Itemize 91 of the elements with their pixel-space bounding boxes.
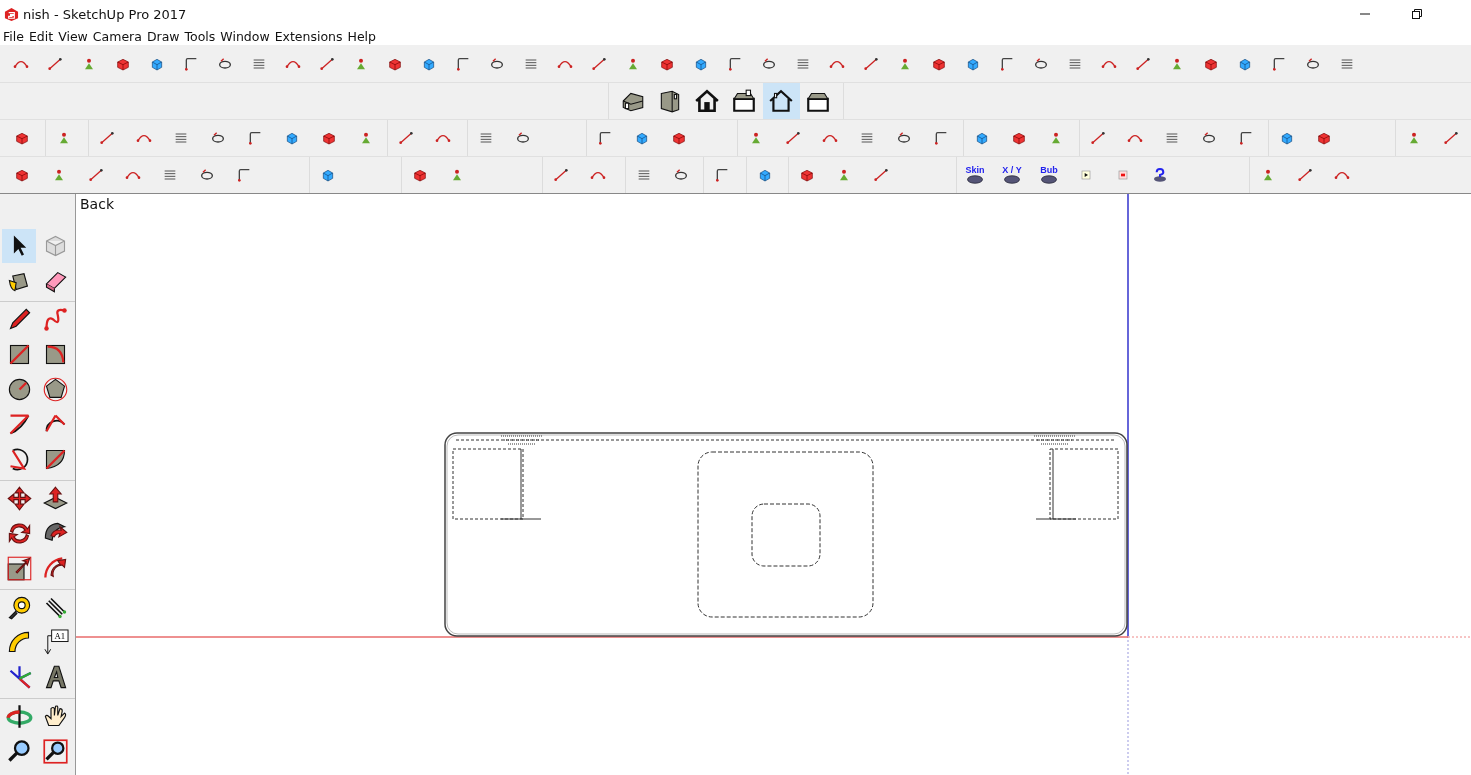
menu-item[interactable]: Draw (146, 29, 180, 44)
cube-icon[interactable] (284, 130, 300, 146)
restore-icon[interactable] (1411, 8, 1423, 20)
hatch-icon[interactable] (859, 130, 875, 146)
line-icon[interactable] (785, 130, 801, 146)
line-icon[interactable] (1443, 130, 1459, 146)
corner-icon[interactable] (1238, 130, 1254, 146)
play-icon[interactable] (1078, 167, 1094, 183)
cube-icon[interactable] (634, 130, 650, 146)
view-button[interactable] (762, 83, 800, 119)
ellipse-icon[interactable] (761, 55, 777, 72)
stop-icon[interactable] (1115, 167, 1131, 183)
menu-item[interactable]: View (58, 29, 88, 44)
ellipse-icon[interactable] (217, 55, 233, 72)
app-logo-icon (4, 6, 19, 22)
ellipse-icon[interactable] (199, 167, 215, 183)
ellipse-icon[interactable] (489, 55, 505, 72)
plugin-tool-button[interactable]: Bub (1030, 157, 1068, 193)
line-icon[interactable] (553, 167, 569, 183)
box-icon[interactable] (1011, 130, 1027, 146)
hatch-icon[interactable] (478, 130, 494, 146)
ellipse-icon[interactable] (1305, 55, 1321, 72)
corner-icon[interactable] (247, 130, 263, 146)
corner-icon[interactable] (714, 167, 730, 183)
menu-item[interactable]: Edit (28, 29, 54, 44)
ellipse-icon[interactable] (673, 167, 689, 183)
magnifier-icon (5, 738, 33, 765)
cube-icon[interactable] (1279, 130, 1295, 146)
menu-item[interactable]: Tools (184, 29, 216, 44)
mouse-icon (1002, 175, 1022, 184)
line-icon[interactable] (99, 130, 115, 146)
hatch-icon[interactable] (173, 130, 189, 146)
plugin-tool-button[interactable]: Skin (956, 157, 994, 193)
menu-item[interactable]: Window (220, 29, 270, 44)
question-mark-icon[interactable] (1152, 167, 1168, 183)
corner-icon[interactable] (999, 55, 1015, 72)
zoom-window-icon (41, 738, 69, 765)
corner-icon[interactable] (236, 167, 252, 183)
line-icon[interactable] (47, 55, 63, 72)
menu-item[interactable]: Camera (92, 29, 142, 44)
corner-icon[interactable] (597, 130, 613, 146)
tool-button[interactable] (2, 228, 36, 263)
ellipse-icon[interactable] (1201, 130, 1217, 146)
line-icon[interactable] (863, 55, 879, 72)
line-icon[interactable] (591, 55, 607, 72)
polygon-icon (41, 376, 69, 403)
corner-icon[interactable] (933, 130, 949, 146)
line-icon[interactable] (1135, 55, 1151, 72)
hatch-icon[interactable] (1164, 130, 1180, 146)
menu-item[interactable]: File (3, 29, 24, 44)
ellipse-icon[interactable] (1033, 55, 1049, 72)
corner-icon[interactable] (1271, 55, 1287, 72)
house-icon (731, 88, 757, 114)
corner-icon[interactable] (183, 55, 199, 72)
menu-item[interactable]: Help (347, 29, 376, 44)
line-icon[interactable] (1297, 167, 1313, 183)
scale-icon (5, 555, 33, 582)
box-icon[interactable] (14, 130, 30, 146)
freehand-icon (41, 306, 69, 333)
orbit-icon (5, 703, 33, 730)
box-icon[interactable] (412, 167, 428, 183)
line-icon[interactable] (873, 167, 889, 183)
ellipse-icon[interactable] (210, 130, 226, 146)
mouse-icon (1039, 175, 1059, 184)
mouse-icon (965, 175, 985, 184)
line-icon[interactable] (1090, 130, 1106, 146)
plugin-tool-button[interactable]: X / Y (993, 157, 1031, 193)
move-icon (5, 485, 33, 512)
box-icon[interactable] (14, 167, 30, 183)
cube-icon[interactable] (320, 167, 336, 183)
cube-icon[interactable] (757, 167, 773, 183)
line-icon[interactable] (319, 55, 335, 72)
box-icon[interactable] (799, 167, 815, 183)
box-icon[interactable] (1316, 130, 1332, 146)
box-icon[interactable] (321, 130, 337, 146)
house-icon (768, 88, 794, 114)
corner-icon[interactable] (727, 55, 743, 72)
line-icon[interactable] (398, 130, 414, 146)
box-icon[interactable] (671, 130, 687, 146)
house-icon (694, 88, 720, 114)
hatch-icon[interactable] (636, 167, 652, 183)
corner-icon[interactable] (455, 55, 471, 72)
view-label: Back (80, 196, 114, 212)
hatch-icon[interactable] (162, 167, 178, 183)
menu-item[interactable]: Extensions (274, 29, 343, 44)
line-icon[interactable] (88, 167, 104, 183)
cube-icon[interactable] (974, 130, 990, 146)
ellipse-icon[interactable] (515, 130, 531, 146)
push-pull-icon (41, 485, 69, 512)
ellipse-icon[interactable] (896, 130, 912, 146)
window-title: nish - SketchUp Pro 2017 (23, 6, 187, 22)
